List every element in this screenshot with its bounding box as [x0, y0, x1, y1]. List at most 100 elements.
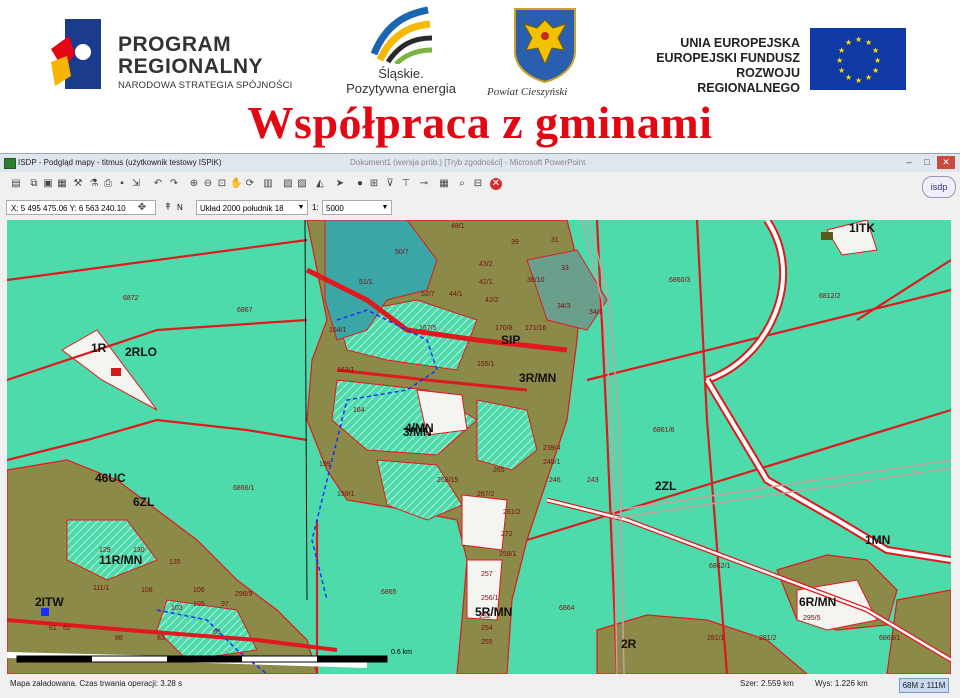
zoom-out-icon[interactable]: ⊖ — [202, 178, 214, 190]
tools-icon[interactable]: ⚒ — [72, 178, 84, 190]
move-cursor-icon[interactable]: ✥ — [136, 202, 148, 214]
parcel-label: 167/5 — [419, 325, 437, 332]
maximize-button[interactable]: □ — [918, 156, 936, 169]
program-regionalny-text: PROGRAM REGIONALNY NARODOWA STRATEGIA SP… — [118, 34, 293, 91]
zoom-in-icon[interactable]: ⊕ — [188, 178, 200, 190]
zoom-window-icon[interactable]: ⊡ — [216, 178, 228, 190]
link-icon[interactable]: ⊸ — [418, 178, 430, 190]
parcel-label: 38/10 — [527, 277, 545, 284]
copy-icon[interactable]: ⧉ — [28, 178, 40, 190]
parcel-label: 6866/1 — [233, 485, 255, 492]
building-marker — [111, 368, 121, 376]
export-icon[interactable]: ⇲ — [130, 178, 142, 190]
redo-icon[interactable]: ↷ — [168, 178, 180, 190]
zone-label: 1ITK — [849, 221, 875, 235]
query-filter-icon[interactable]: ⊽ — [384, 178, 396, 190]
attribute-icon[interactable]: ⊞ — [368, 178, 380, 190]
save-icon[interactable]: ▪ — [116, 178, 128, 190]
filter-icon[interactable]: ⚗ — [88, 178, 100, 190]
parcel-label: 51/1 — [359, 279, 373, 286]
scale-select[interactable]: 5000 ▼ — [322, 200, 392, 215]
close-button[interactable]: ✕ — [937, 156, 955, 169]
parcel-label: 88 — [115, 635, 123, 642]
parcel-label: 272 — [501, 531, 513, 538]
scale-prefix: 1: — [312, 203, 319, 212]
refresh-icon[interactable]: ⟳ — [244, 178, 256, 190]
parcel-label: 163/1 — [337, 367, 355, 374]
parcel-label: 164 — [353, 407, 365, 414]
background-window-title: Dokument1 (wersja prób.) [Tryb zgodności… — [350, 158, 586, 167]
parcel-label: 281/1 — [707, 635, 725, 642]
undo-icon[interactable]: ↶ — [152, 178, 164, 190]
map-svg[interactable]: 0.6 km 1ITK 2RLO 1R 3R/MN 1MN 2ZL 6R/MN 46UC 6ZL… — [7, 220, 951, 674]
measure-icon[interactable]: ◭ — [314, 178, 326, 190]
info-icon[interactable]: ● — [354, 178, 366, 190]
map-canvas[interactable]: 0.6 km 1ITK 2RLO 1R 3R/MN 1MN 2ZL 6R/MN 46UC 6ZL… — [7, 220, 951, 674]
parcel-label: 108 — [141, 587, 153, 594]
layer-add-icon[interactable]: ▧ — [282, 178, 294, 190]
parcel-label: 31 — [551, 237, 559, 244]
ue-text: UNIA EUROPEJSKA EUROPEJSKI FUNDUSZ ROZWO… — [640, 36, 800, 96]
parcel-label: 6812/2 — [819, 293, 841, 300]
blue-marker — [41, 608, 49, 616]
isdp-logo: isdp — [922, 176, 956, 198]
table-icon[interactable]: ▦ — [56, 178, 68, 190]
app-icon — [4, 158, 16, 169]
layers-icon[interactable]: ▤ — [10, 178, 22, 190]
svg-text:★: ★ — [855, 35, 862, 44]
parcel-label: 6860/3 — [669, 277, 691, 284]
svg-text:★: ★ — [836, 56, 843, 65]
svg-text:★: ★ — [865, 73, 872, 82]
parcel-label: 268/15 — [437, 477, 459, 484]
parcel-label: 164/1 — [329, 327, 347, 334]
status-bar: Mapa załadowana. Czas trwania operacji: … — [0, 675, 960, 695]
north-select[interactable]: N — [174, 200, 194, 215]
zone-label: 6R/MN — [799, 595, 836, 609]
parcel-label: 171/16 — [525, 325, 547, 332]
chevron-down-icon: ▼ — [381, 204, 389, 211]
parcel-label: 83 — [157, 635, 165, 642]
parcel-label: 50/7 — [395, 249, 409, 256]
parcel-label: 256/1 — [481, 595, 499, 602]
zone-label: 2RLO — [125, 345, 157, 359]
tree-icon[interactable]: ⊤ — [400, 178, 412, 190]
select-arrow-icon[interactable]: ➤ — [334, 178, 346, 190]
window-icon[interactable]: ▣ — [42, 178, 54, 190]
svg-text:★: ★ — [845, 73, 852, 82]
parcel-label: 97 — [221, 601, 229, 608]
parcel-label: 42/1 — [479, 279, 493, 286]
parcel-label: 6872 — [123, 295, 139, 302]
eu-flag-logo: ★ ★ ★ ★ ★ ★ ★ ★ ★ ★ ★ ★ — [810, 28, 906, 90]
parcel-label: 257 — [481, 571, 493, 578]
north-arrow-icon[interactable]: ↟ — [162, 202, 174, 214]
parcel-label: 255 — [481, 639, 493, 646]
program-regionalny-logo — [45, 14, 105, 94]
grid-icon[interactable]: ▥ — [262, 178, 274, 190]
svg-text:★: ★ — [855, 76, 862, 85]
window-list-icon[interactable]: ▦ — [438, 178, 450, 190]
powiat-coat-of-arms — [512, 6, 578, 84]
zone-label: 1R — [91, 341, 107, 355]
parcel-label: 105 — [193, 601, 205, 608]
layer-edit-icon[interactable]: ▨ — [296, 178, 308, 190]
zone-label: 46UC — [95, 471, 126, 485]
parcel-label: 261/2 — [503, 509, 521, 516]
config-icon[interactable]: ⊟ — [472, 178, 484, 190]
parcel-label: 239/4 — [543, 445, 561, 452]
svg-text:★: ★ — [838, 46, 845, 55]
status-message: Mapa załadowana. Czas trwania operacji: … — [10, 679, 183, 688]
zone-label: 2ITW — [35, 595, 64, 609]
zone-label: 2ZL — [655, 479, 676, 493]
pan-hand-icon[interactable]: ✋ — [230, 178, 242, 190]
exit-icon[interactable]: ✕ — [490, 178, 502, 190]
minimize-button[interactable]: – — [900, 156, 918, 169]
chevron-down-icon: ▼ — [297, 204, 305, 211]
ue-line2: EUROPEJSKI FUNDUSZ — [656, 51, 800, 65]
crs-select[interactable]: Układ 2000 południk 18 ▼ — [196, 200, 308, 215]
parcel-label: 42/2 — [485, 297, 499, 304]
search-icon[interactable]: ⌕ — [456, 178, 468, 190]
print-icon[interactable]: ⎙ — [102, 178, 114, 190]
zone-label: SIP — [501, 333, 520, 347]
parcel-label: 159/1 — [337, 491, 355, 498]
parcel-label: 6862/1 — [709, 563, 731, 570]
